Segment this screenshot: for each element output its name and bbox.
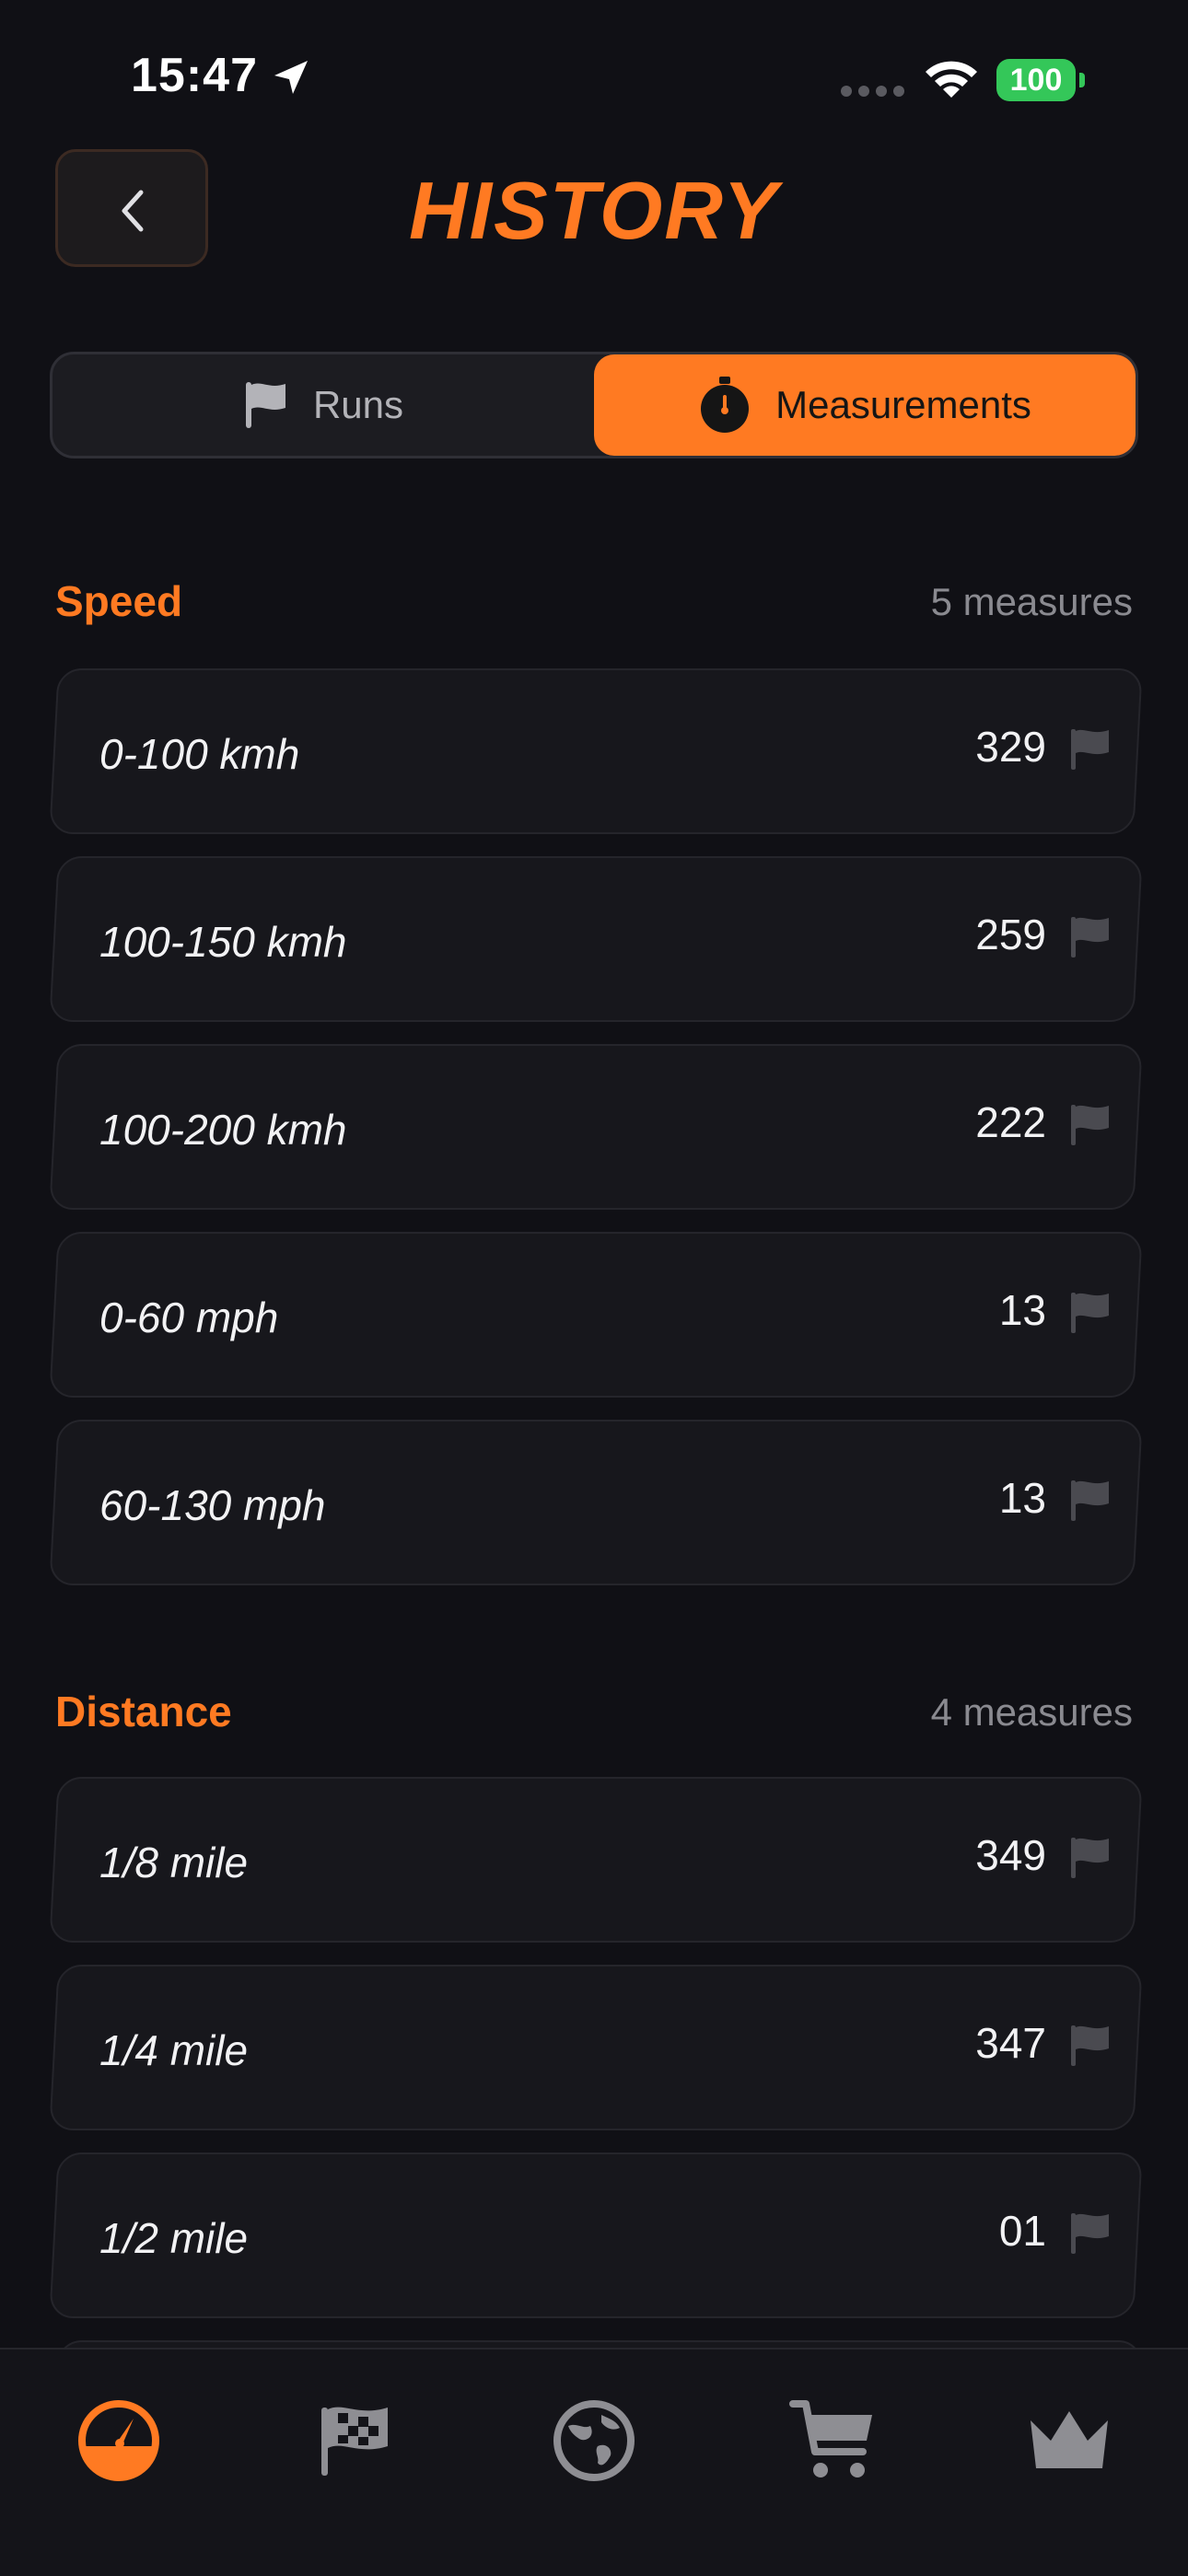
list-item[interactable]: 1/4 mile 347 <box>49 1965 1143 2130</box>
flag-icon <box>1071 1293 1109 1333</box>
list-item[interactable]: 100-150 kmh 259 <box>49 856 1143 1022</box>
flag-icon <box>1071 729 1109 770</box>
tab-measurements-label: Measurements <box>775 383 1031 426</box>
measure-value: 13 <box>998 1474 1046 1522</box>
section-count: 5 measures <box>930 580 1133 623</box>
measure-value: 01 <box>998 2207 1046 2255</box>
tab-map[interactable] <box>543 2390 645 2491</box>
measure-label: 100-200 kmh <box>99 1106 347 1154</box>
flag-icon <box>1071 2213 1109 2254</box>
flag-icon <box>1071 1105 1109 1145</box>
measure-value: 222 <box>975 1098 1046 1146</box>
measure-value: 13 <box>998 1286 1046 1334</box>
globe-icon <box>553 2400 635 2481</box>
measure-value: 329 <box>975 723 1046 771</box>
tab-shop[interactable] <box>783 2390 884 2491</box>
flag-icon <box>1071 2025 1109 2066</box>
location-arrow-icon <box>274 61 308 94</box>
tab-speedometer[interactable] <box>68 2390 169 2491</box>
section-header-distance: Distance 4 measures <box>55 1687 1133 1742</box>
status-time: 15:47 <box>131 49 258 102</box>
status-bar: 15:47 100 <box>0 0 1188 157</box>
battery-icon: 100 <box>996 59 1085 101</box>
flag-icon <box>1071 1480 1109 1521</box>
measure-label: 1/4 mile <box>99 2026 249 2074</box>
list-item[interactable]: 0-60 mph 13 <box>49 1232 1143 1398</box>
list-item[interactable]: 1/2 mile 01 <box>49 2152 1143 2318</box>
tab-measurements[interactable]: Measurements <box>594 354 1136 456</box>
signal-dots-icon <box>841 86 904 97</box>
tab-races[interactable] <box>304 2390 405 2491</box>
section-title: Speed <box>55 577 183 625</box>
battery-tip <box>1079 73 1085 87</box>
list-item[interactable]: 1/8 mile 349 <box>49 1777 1143 1943</box>
tab-runs-label: Runs <box>312 383 404 426</box>
section-header-speed: Speed 5 measures <box>55 576 1133 632</box>
stopwatch-icon <box>701 377 750 433</box>
crown-icon <box>1031 2411 1108 2468</box>
measure-label: 100-150 kmh <box>99 918 347 966</box>
measure-value: 259 <box>975 911 1046 958</box>
list-item[interactable]: 60-130 mph 13 <box>49 1420 1143 1585</box>
cart-icon <box>789 2400 872 2477</box>
wifi-icon <box>926 61 977 98</box>
measure-label: 0-60 mph <box>99 1294 279 1341</box>
measure-value: 349 <box>975 1831 1046 1879</box>
flag-icon <box>1071 917 1109 957</box>
flag-icon <box>245 382 285 428</box>
flag-icon <box>1071 1838 1109 1878</box>
page-title: HISTORY <box>409 165 779 256</box>
list-item[interactable]: 0-100 kmh 329 <box>49 668 1143 834</box>
segmented-control: Runs Measurements <box>50 352 1138 458</box>
section-count: 4 measures <box>930 1690 1133 1734</box>
checkered-flag-icon <box>321 2407 388 2476</box>
battery-level: 100 <box>996 59 1076 101</box>
measure-label: 60-130 mph <box>99 1481 326 1529</box>
measure-label: 1/8 mile <box>99 1839 249 1886</box>
list-item[interactable]: 100-200 kmh 222 <box>49 1044 1143 1210</box>
tab-premium[interactable] <box>1019 2390 1120 2491</box>
bottom-tab-bar <box>0 2348 1188 2576</box>
section-title: Distance <box>55 1688 232 1735</box>
measure-label: 0-100 kmh <box>99 730 300 778</box>
speedometer-icon <box>78 2400 159 2481</box>
measure-value: 347 <box>975 2019 1046 2067</box>
tab-runs[interactable]: Runs <box>52 354 594 456</box>
measure-label: 1/2 mile <box>99 2214 249 2262</box>
